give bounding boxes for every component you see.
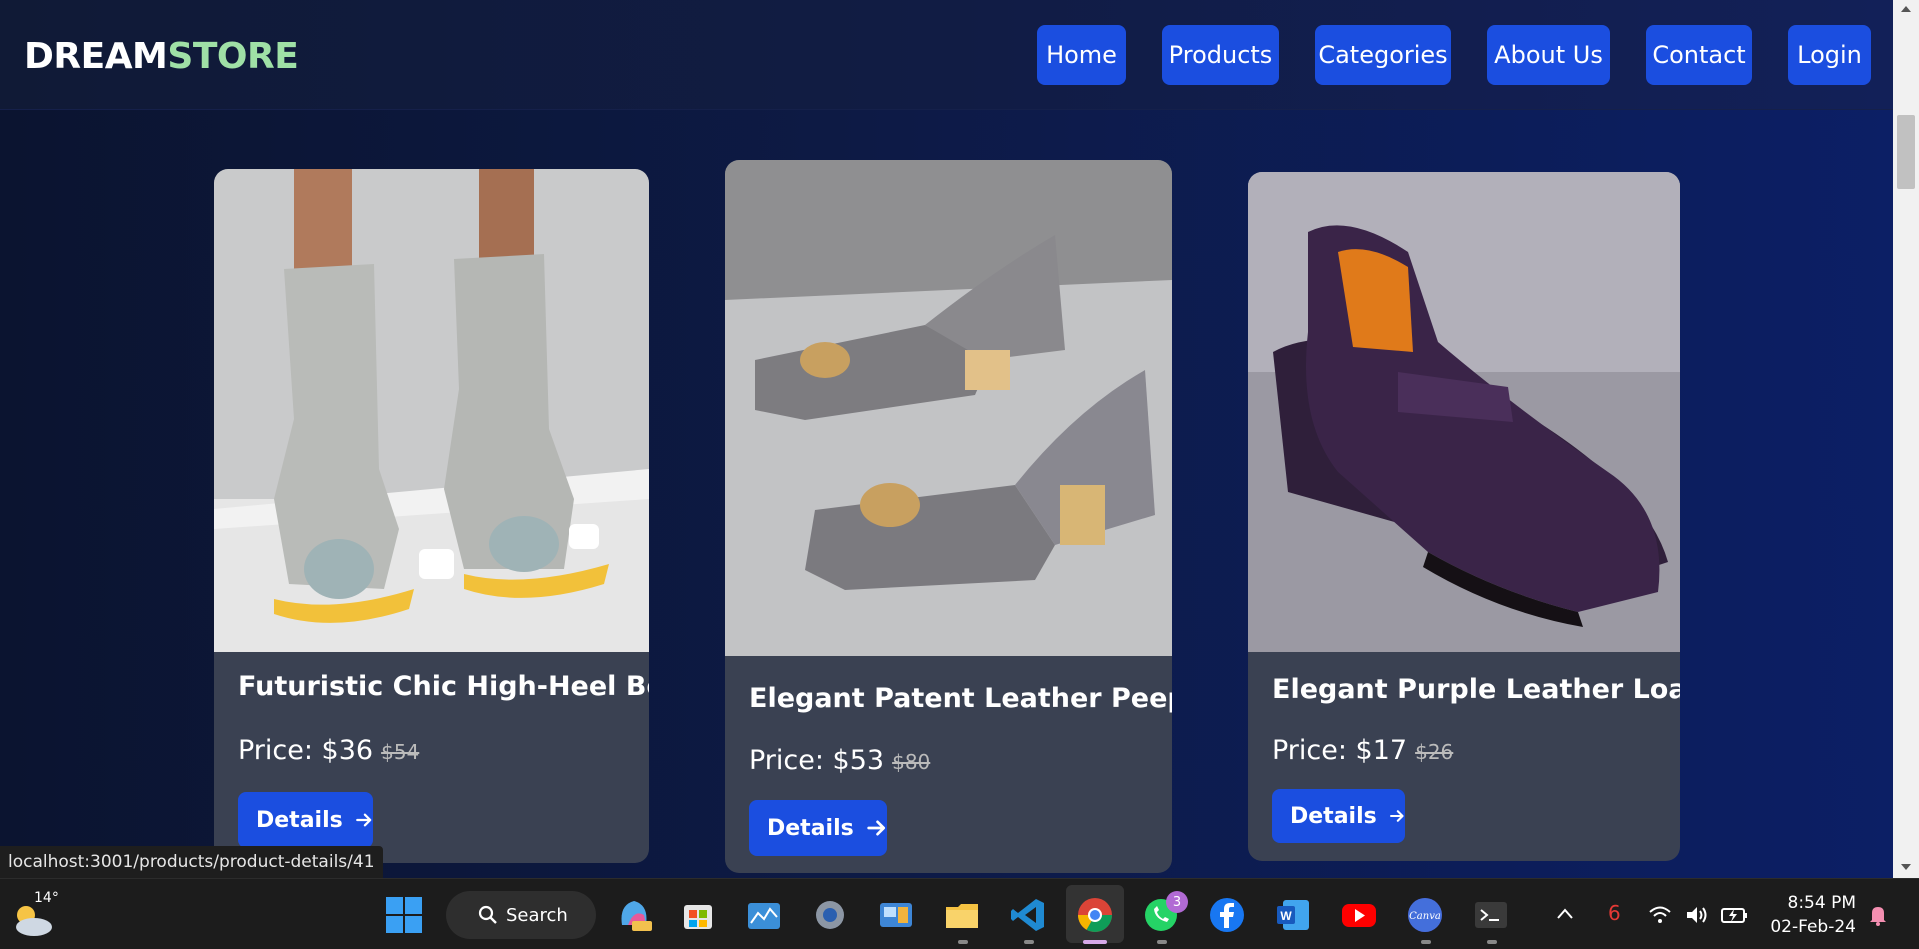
nav-categories-button[interactable]: Categories bbox=[1315, 25, 1451, 85]
nav-home-button[interactable]: Home bbox=[1037, 25, 1126, 85]
details-button-label: Details bbox=[256, 807, 343, 833]
scroll-up-arrow-icon[interactable] bbox=[1901, 6, 1911, 12]
tray-notification-count[interactable]: 6 bbox=[1608, 901, 1621, 925]
running-indicator bbox=[1157, 940, 1167, 944]
product-title[interactable]: Elegant Patent Leather Peep... bbox=[749, 683, 1172, 714]
weather-cloudy-icon[interactable] bbox=[10, 903, 54, 937]
search-label: Search bbox=[506, 904, 568, 926]
svg-text:W: W bbox=[1280, 909, 1292, 923]
details-button-label: Details bbox=[767, 815, 854, 841]
battery-charging-icon[interactable] bbox=[1720, 905, 1748, 925]
windows-start-icon[interactable] bbox=[384, 895, 424, 935]
product-card: Elegant Patent Leather Peep... Price: $5… bbox=[725, 160, 1172, 873]
chrome-icon[interactable] bbox=[1075, 895, 1115, 935]
status-bar-url: localhost:3001/products/product-details/… bbox=[0, 846, 383, 878]
brand-logo-part1: DREAM bbox=[24, 36, 168, 77]
whatsapp-badge: 3 bbox=[1166, 891, 1188, 913]
product-title[interactable]: Elegant Purple Leather Loaf... bbox=[1272, 674, 1680, 705]
current-price: Price: $17 bbox=[1272, 735, 1408, 766]
active-indicator bbox=[1083, 940, 1107, 944]
canva-icon[interactable]: Canva bbox=[1405, 895, 1445, 935]
original-price: $54 bbox=[381, 740, 420, 764]
word-icon[interactable]: W bbox=[1273, 895, 1313, 935]
nav-contact-button[interactable]: Contact bbox=[1646, 25, 1752, 85]
copilot-icon[interactable] bbox=[614, 895, 654, 935]
navbar: DREAMSTORE Home Products Categories Abou… bbox=[0, 0, 1893, 110]
product-price: Price: $36 $54 bbox=[238, 735, 419, 766]
taskbar-clock[interactable]: 8:54 PM 02-Feb-24 bbox=[1768, 891, 1856, 939]
page-scrollbar[interactable] bbox=[1893, 0, 1919, 878]
arrow-right-icon bbox=[1389, 810, 1404, 822]
original-price: $80 bbox=[892, 750, 931, 774]
svg-text:Canva: Canva bbox=[1409, 911, 1441, 922]
clock-time: 8:54 PM bbox=[1787, 893, 1857, 913]
terminal-icon[interactable] bbox=[1471, 895, 1511, 935]
original-price: $26 bbox=[1415, 740, 1454, 764]
control-panel-icon[interactable] bbox=[876, 895, 916, 935]
running-indicator bbox=[1421, 940, 1431, 944]
product-card: Futuristic Chic High-Heel Bo... Price: $… bbox=[214, 169, 649, 863]
youtube-icon[interactable] bbox=[1339, 895, 1379, 935]
notification-bell-icon[interactable] bbox=[1866, 903, 1890, 927]
nav-products-button[interactable]: Products bbox=[1162, 25, 1279, 85]
product-image-boots[interactable] bbox=[214, 169, 649, 652]
microsoft-store-icon[interactable] bbox=[678, 895, 718, 935]
wifi-icon[interactable] bbox=[1648, 905, 1672, 925]
running-indicator bbox=[1024, 940, 1034, 944]
brand-logo[interactable]: DREAMSTORE bbox=[24, 36, 299, 77]
brand-logo-part2: STORE bbox=[167, 36, 299, 77]
arrow-right-icon bbox=[867, 820, 885, 836]
details-button[interactable]: Details bbox=[1272, 789, 1405, 843]
product-card: Elegant Purple Leather Loaf... Price: $1… bbox=[1248, 172, 1680, 861]
file-explorer-icon[interactable] bbox=[942, 895, 982, 935]
scroll-thumb[interactable] bbox=[1897, 115, 1915, 189]
clock-date: 02-Feb-24 bbox=[1770, 917, 1856, 937]
details-button[interactable]: Details bbox=[749, 800, 887, 856]
settings-gear-icon[interactable] bbox=[810, 895, 850, 935]
details-button-label: Details bbox=[1290, 803, 1377, 829]
chevron-up-icon[interactable] bbox=[1556, 907, 1574, 921]
facebook-icon[interactable] bbox=[1207, 895, 1247, 935]
task-manager-icon[interactable] bbox=[744, 895, 784, 935]
vscode-icon[interactable] bbox=[1008, 895, 1048, 935]
current-price: Price: $36 bbox=[238, 735, 374, 766]
running-indicator bbox=[1487, 940, 1497, 944]
current-price: Price: $53 bbox=[749, 745, 885, 776]
nav-about-button[interactable]: About Us bbox=[1487, 25, 1610, 85]
weather-temperature: 14° bbox=[34, 890, 59, 906]
taskbar: 14° Search 3 W Canva 6 8:54 PM 02-Feb-24 bbox=[0, 878, 1919, 949]
running-indicator bbox=[958, 940, 968, 944]
taskbar-search[interactable]: Search bbox=[446, 891, 596, 939]
volume-icon[interactable] bbox=[1684, 904, 1708, 926]
product-title[interactable]: Futuristic Chic High-Heel Bo... bbox=[238, 671, 649, 702]
product-image-loafers[interactable] bbox=[1248, 172, 1680, 652]
nav-login-button[interactable]: Login bbox=[1788, 25, 1871, 85]
scroll-down-arrow-icon[interactable] bbox=[1901, 864, 1911, 870]
product-image-peep-toe[interactable] bbox=[725, 160, 1172, 656]
arrow-right-icon bbox=[355, 813, 372, 827]
browser-viewport: DREAMSTORE Home Products Categories Abou… bbox=[0, 0, 1919, 878]
search-icon bbox=[478, 905, 497, 924]
product-price: Price: $53 $80 bbox=[749, 745, 930, 776]
details-button[interactable]: Details bbox=[238, 792, 373, 848]
product-price: Price: $17 $26 bbox=[1272, 735, 1453, 766]
